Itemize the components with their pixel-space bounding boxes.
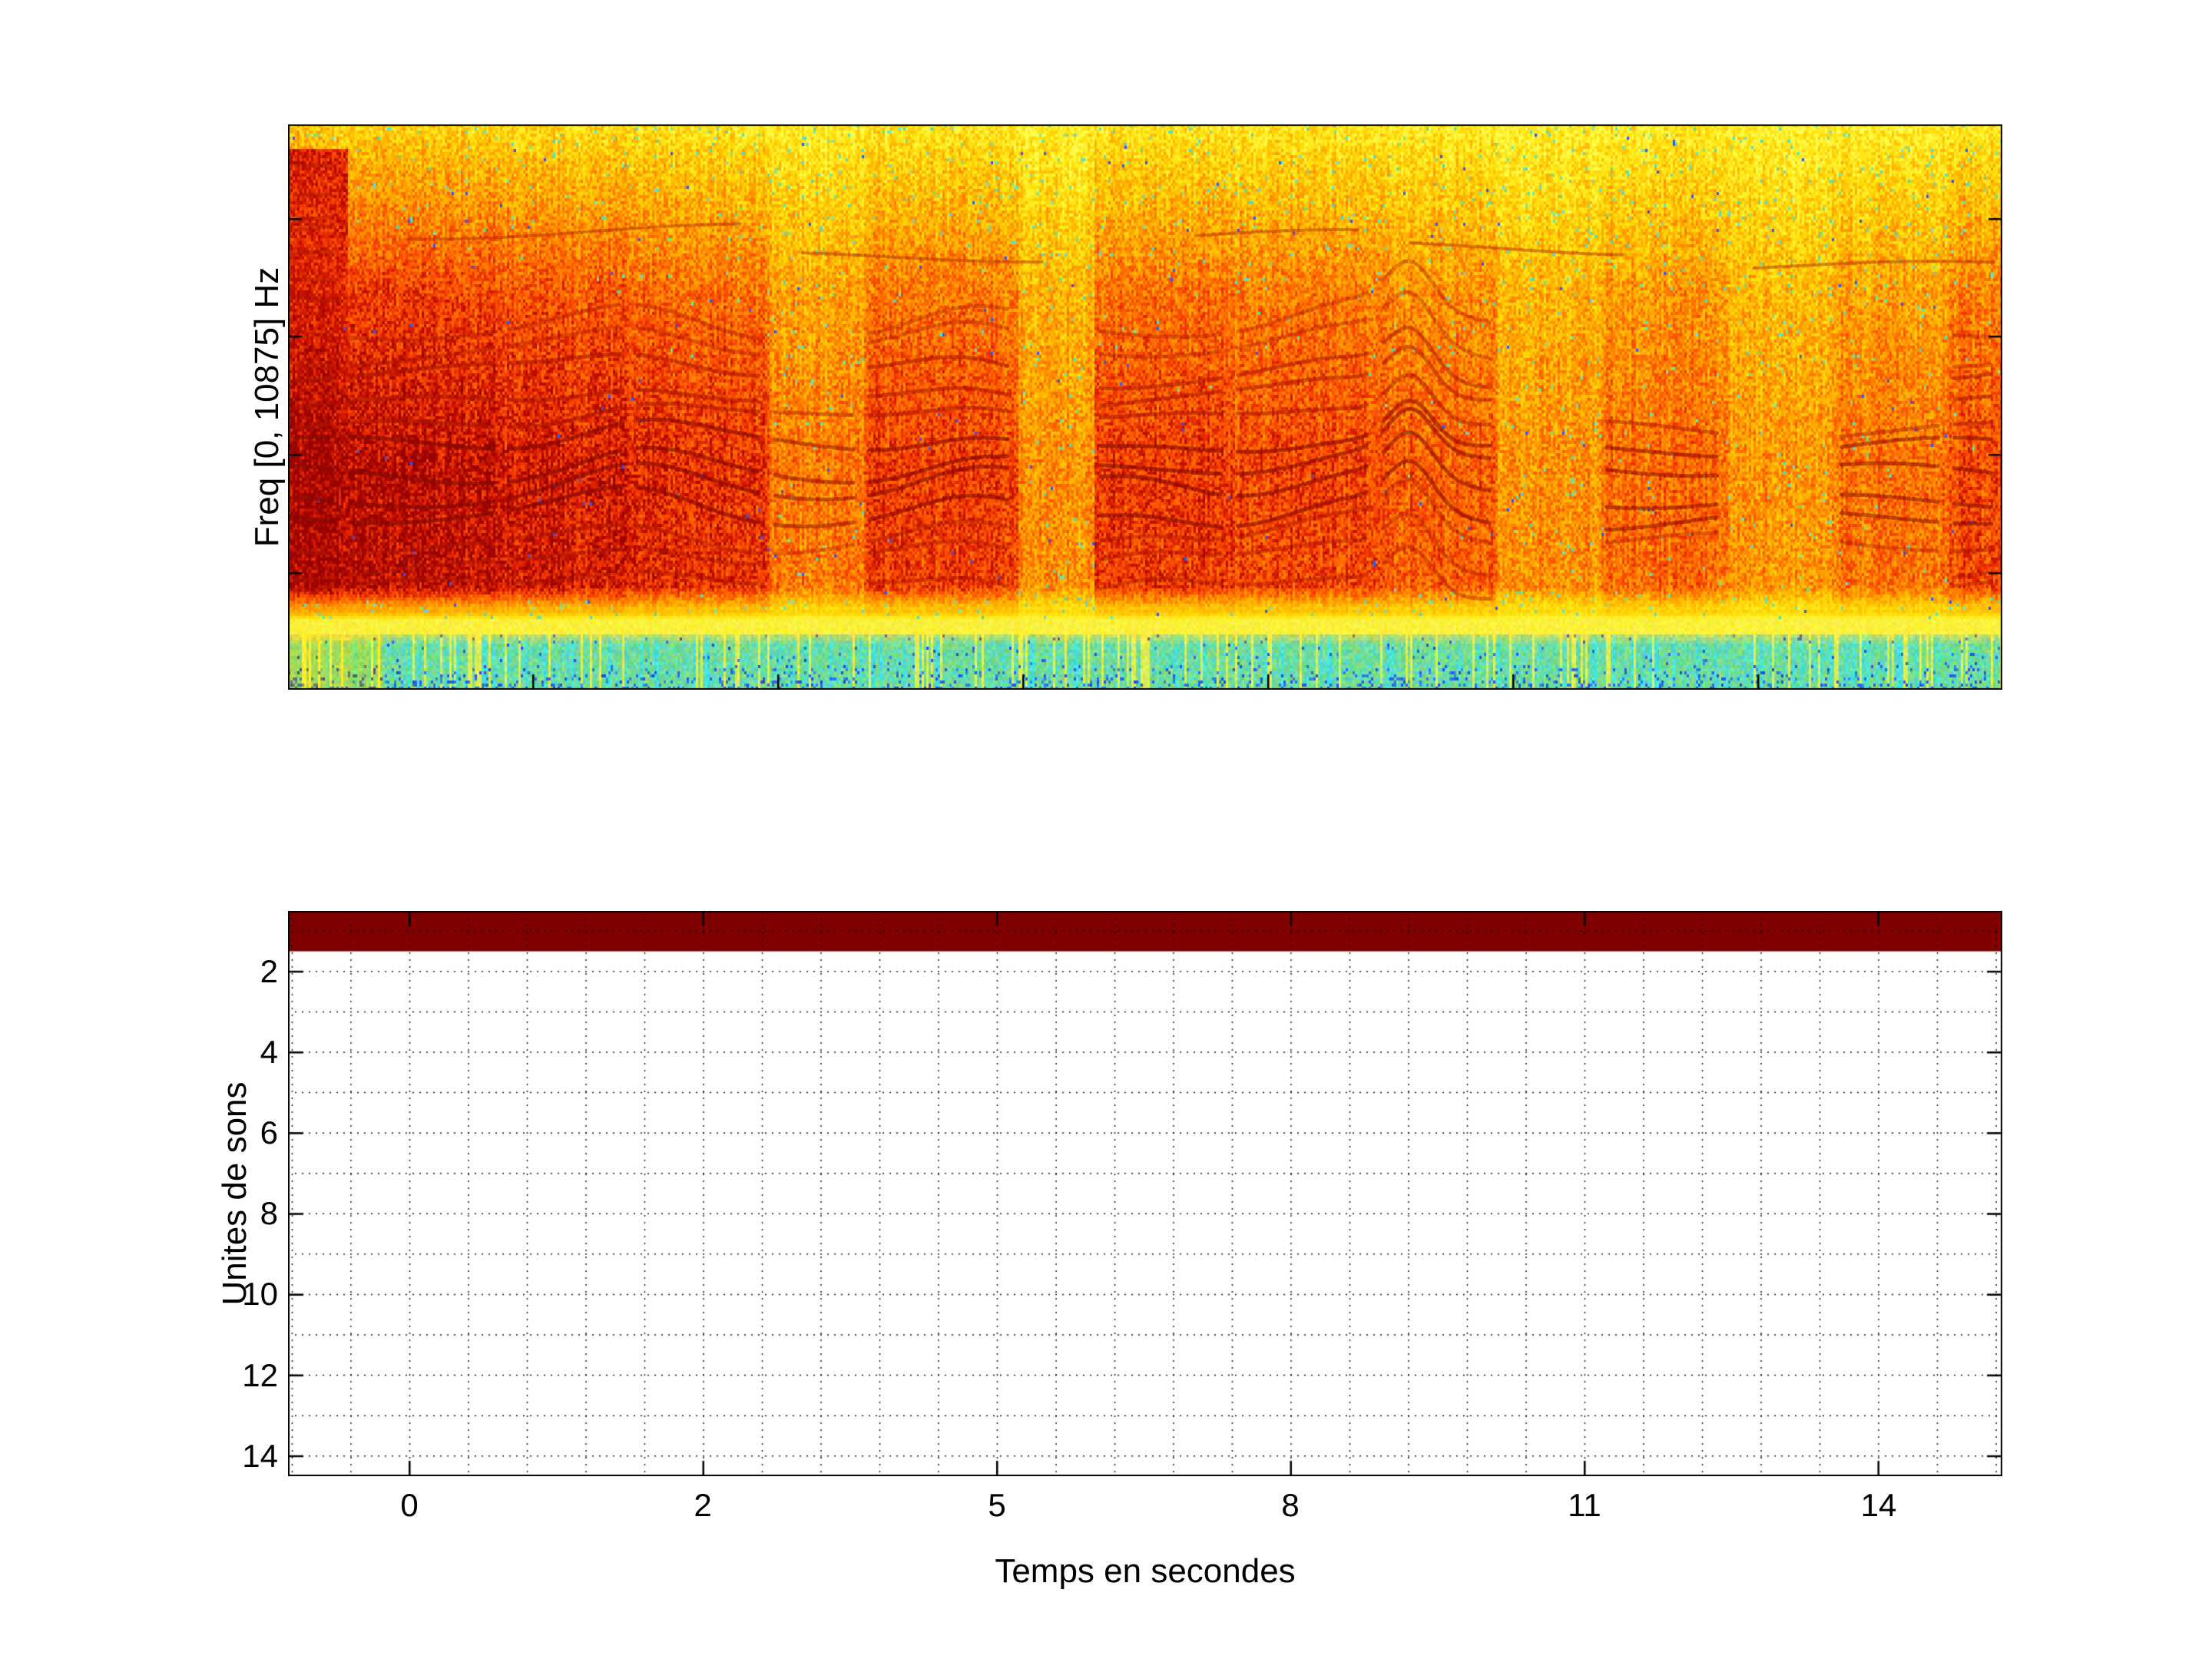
sound-units-xlabel: Temps en secondes [995,1553,1295,1590]
spectrogram-ylabel: Freq [0, 10875] Hz [249,267,286,547]
y-tick-label-14: 14 [194,1438,278,1475]
x-tick-label-0: 0 [400,1487,418,1524]
x-tick-label-8: 8 [1281,1487,1299,1524]
y-tick-label-10: 10 [194,1276,278,1313]
y-tick-label-12: 12 [194,1357,278,1394]
x-tick-label-14: 14 [1861,1487,1897,1524]
y-tick-label-2: 2 [194,953,278,990]
y-tick-label-8: 8 [194,1195,278,1232]
x-tick-label-5: 5 [988,1487,1005,1524]
x-tick-label-2: 2 [694,1487,711,1524]
y-tick-label-4: 4 [194,1034,278,1071]
y-tick-label-6: 6 [194,1114,278,1151]
sound-units-plot [288,911,2002,1476]
spectrogram-plot [288,124,2002,690]
x-tick-label-11: 11 [1568,1487,1601,1524]
